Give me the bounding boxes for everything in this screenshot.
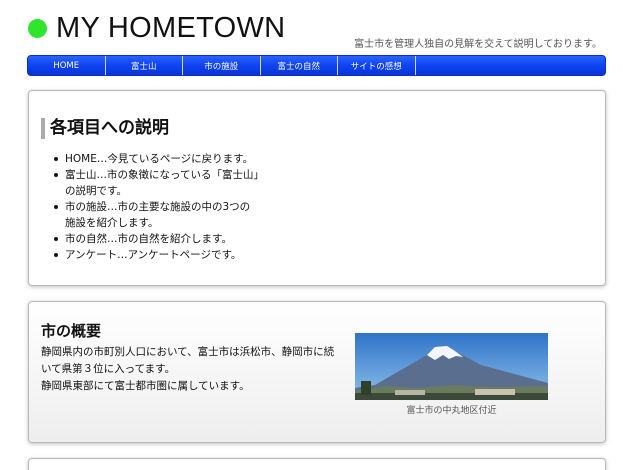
list-item: HOME…今見ているページに戻ります。 <box>51 151 266 167</box>
main-nav: HOME 富士山 市の施設 富士の自然 サイトの感想 <box>27 55 606 76</box>
photo-caption: 富士市の中丸地区付近 <box>406 406 497 416</box>
site-title[interactable]: MY HOMETOWN <box>28 12 285 45</box>
nav-item-facilities[interactable]: 市の施設 <box>183 56 261 75</box>
list-item-line: 富士山…市の象徴になっている「富士山」 <box>65 169 264 181</box>
site-title-text: MY HOMETOWN <box>56 12 286 44</box>
page: MY HOMETOWN 富士市を管理人独自の見解を交えて説明しております。 HO… <box>0 0 631 470</box>
list-item: 市の施設…市の主要な施設の中の3つの 施設を紹介します。 <box>51 199 266 231</box>
list-item-line: アンケート…アンケートページです。 <box>65 249 242 261</box>
intro-item-list: HOME…今見ているページに戻ります。 富士山…市の象徴になっている「富士山」の… <box>51 151 266 263</box>
nav-item-home[interactable]: HOME <box>28 56 106 75</box>
overview-card: 市の概要 静岡県内の市町別人口において、富士市は浜松市、静岡市に続 いて県第３位… <box>28 301 606 443</box>
list-item-line: の説明です。 <box>65 185 127 197</box>
mount-fuji-photo <box>355 333 548 400</box>
overview-line: 静岡県内の市町別人口において、富士市は浜松市、静岡市に続 <box>41 346 335 358</box>
list-item-line: 市の自然…市の自然を紹介します。 <box>65 233 232 245</box>
intro-heading: 各項目への説明 <box>41 118 169 139</box>
overview-text: 静岡県内の市町別人口において、富士市は浜松市、静岡市に続 いて県第３位に入ってま… <box>41 344 343 395</box>
mount-fuji-image <box>355 333 548 400</box>
list-item: 富士山…市の象徴になっている「富士山」 の説明です。 <box>51 167 266 199</box>
logo-dot-icon <box>28 19 47 38</box>
next-card <box>28 458 606 470</box>
intro-card: 各項目への説明 HOME…今見ているページに戻ります。 富士山…市の象徴になって… <box>28 90 606 286</box>
nav-item-feedback[interactable]: サイトの感想 <box>338 56 416 75</box>
list-item-line: 施設を紹介します。 <box>65 217 159 229</box>
nav-item-nature[interactable]: 富士の自然 <box>261 56 338 75</box>
list-item: アンケート…アンケートページです。 <box>51 247 266 263</box>
overview-line: いて県第３位に入ってます。 <box>41 363 176 375</box>
list-item-line: 市の施設…市の主要な施設の中の3つの <box>65 201 251 213</box>
list-item: 市の自然…市の自然を紹介します。 <box>51 231 266 247</box>
list-item-line: HOME…今見ているページに戻ります。 <box>65 153 254 165</box>
site-tagline: 富士市を管理人独自の見解を交えて説明しております。 <box>354 39 602 50</box>
overview-line: 静岡県東部にて富士都市圏に属しています。 <box>41 380 250 392</box>
overview-heading: 市の概要 <box>41 322 102 340</box>
nav-item-mount-fuji[interactable]: 富士山 <box>106 56 183 75</box>
